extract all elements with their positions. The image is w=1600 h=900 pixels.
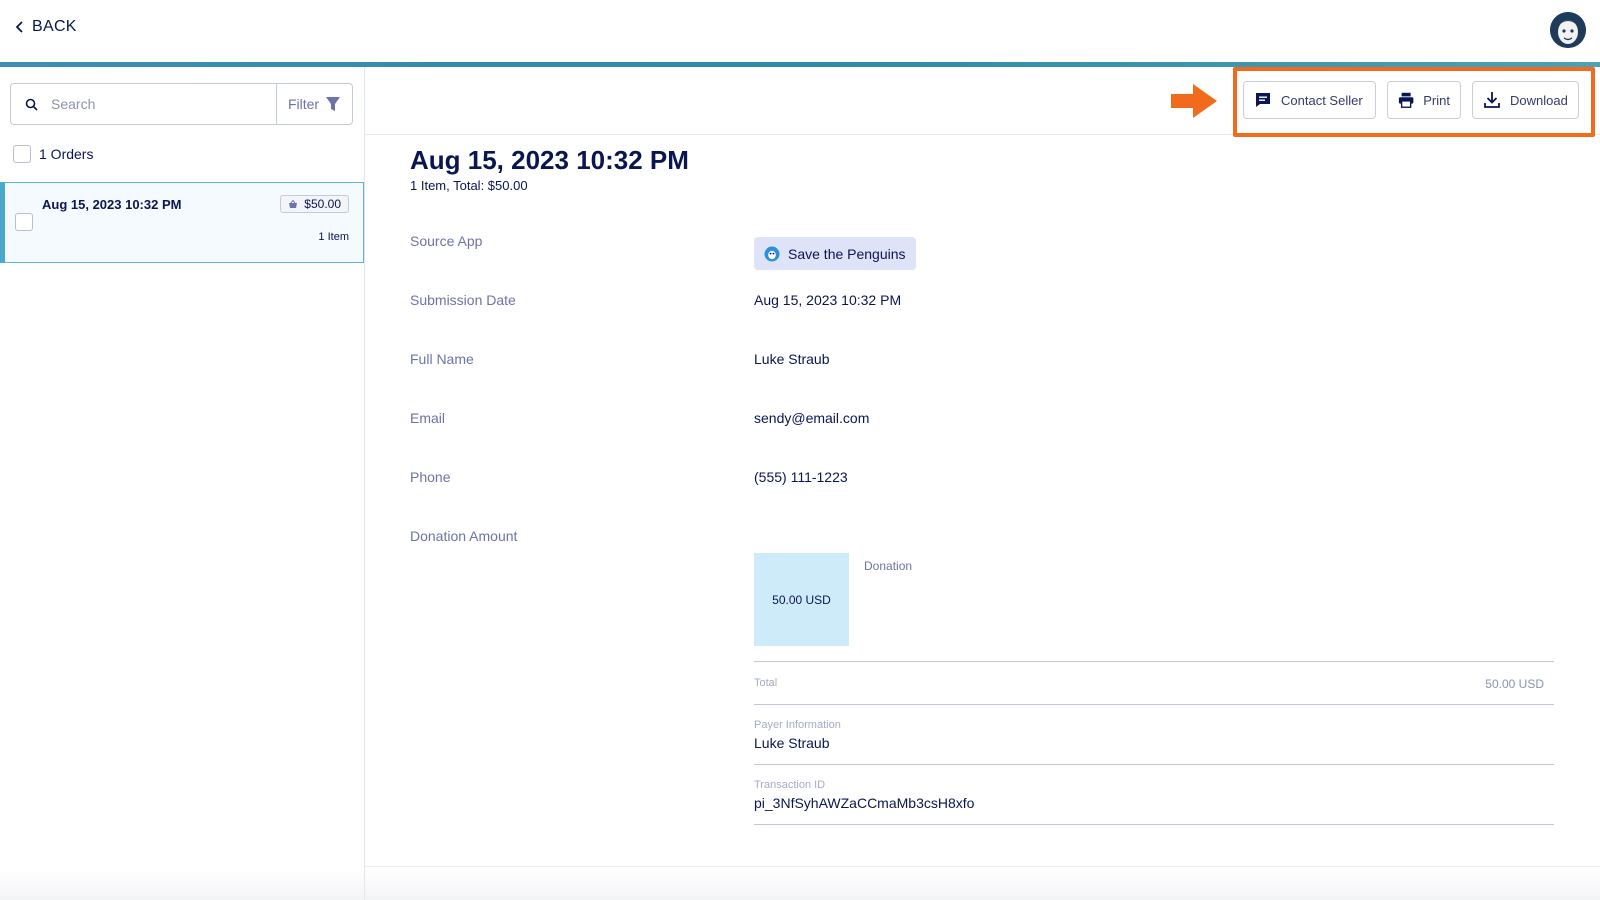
- order-item-count: 1 Item: [318, 231, 349, 243]
- orange-arrow-icon: [1171, 84, 1217, 118]
- order-list-item[interactable]: Aug 15, 2023 10:32 PM $50.00 1 Item: [0, 182, 364, 263]
- payer-info-label: Payer Information: [754, 719, 841, 731]
- divider: [754, 764, 1554, 765]
- phone-value: (555) 111-1223: [754, 469, 848, 485]
- order-date: Aug 15, 2023 10:32 PM: [42, 197, 182, 212]
- penguin-app-icon: [764, 246, 780, 261]
- search-box: Filter: [10, 83, 353, 125]
- payer-info-value: Luke Straub: [754, 735, 830, 751]
- donation-amount-box: 50.00 USD: [754, 553, 849, 646]
- order-checkbox[interactable]: [15, 213, 33, 231]
- orders-count: 1 Orders: [39, 146, 94, 162]
- download-icon: [1484, 92, 1500, 108]
- printer-icon: [1398, 92, 1414, 108]
- divider: [754, 661, 1554, 662]
- search-input[interactable]: [51, 96, 276, 112]
- orders-sidebar: Filter 1 Orders Aug 15, 2023 10:32 PM $5…: [0, 67, 365, 900]
- panel-footer-divider: [365, 866, 1600, 867]
- search-icon: [11, 98, 51, 111]
- total-value: 50.00 USD: [1485, 677, 1544, 691]
- contact-seller-label: Contact Seller: [1281, 92, 1363, 108]
- order-price-badge: $50.00: [280, 195, 349, 213]
- user-avatar[interactable]: [1550, 12, 1586, 48]
- source-app-value: Save the Penguins: [788, 245, 906, 262]
- full-name-label: Full Name: [410, 351, 474, 367]
- filter-label: Filter: [287, 96, 320, 112]
- order-detail-panel: Contact Seller Print Download Aug 15, 20…: [365, 67, 1600, 900]
- print-button[interactable]: Print: [1387, 81, 1461, 119]
- select-all-row: 1 Orders: [13, 145, 93, 163]
- filter-button[interactable]: Filter: [276, 84, 352, 124]
- email-value: sendy@email.com: [754, 410, 870, 426]
- total-label: Total: [754, 677, 778, 689]
- order-price: $50.00: [304, 197, 341, 211]
- download-label: Download: [1510, 92, 1568, 108]
- back-button[interactable]: BACK: [14, 18, 77, 36]
- top-bar: BACK: [0, 0, 1600, 62]
- filter-icon: [326, 97, 341, 111]
- download-button[interactable]: Download: [1472, 81, 1579, 119]
- message-icon: [1256, 93, 1270, 107]
- chevron-left-icon: [15, 21, 23, 33]
- source-app-chip[interactable]: Save the Penguins: [754, 237, 916, 270]
- email-label: Email: [410, 410, 446, 426]
- back-label: BACK: [32, 18, 77, 35]
- order-title: Aug 15, 2023 10:32 PM: [410, 145, 689, 175]
- submission-date-label: Submission Date: [410, 292, 516, 308]
- divider: [754, 704, 1554, 705]
- order-summary: 1 Item, Total: $50.00: [410, 178, 528, 193]
- transaction-id-label: Transaction ID: [754, 779, 826, 791]
- donation-product-name: Donation: [864, 559, 913, 573]
- select-all-checkbox[interactable]: [13, 145, 31, 163]
- divider: [754, 824, 1554, 825]
- donation-amount-value: 50.00 USD: [772, 592, 831, 607]
- print-label: Print: [1423, 92, 1450, 108]
- source-app-label: Source App: [410, 233, 483, 249]
- basket-icon: [289, 199, 298, 208]
- donation-amount-label: Donation Amount: [410, 528, 518, 544]
- contact-seller-button[interactable]: Contact Seller: [1243, 81, 1376, 119]
- transaction-id-value: pi_3NfSyhAWZaCCmaMb3csH8xfo: [754, 795, 975, 811]
- bottom-shadow: [0, 870, 1600, 900]
- avatar-icon: [1550, 12, 1586, 48]
- submission-date-value: Aug 15, 2023 10:32 PM: [754, 292, 902, 308]
- phone-label: Phone: [410, 469, 451, 485]
- full-name-value: Luke Straub: [754, 351, 830, 367]
